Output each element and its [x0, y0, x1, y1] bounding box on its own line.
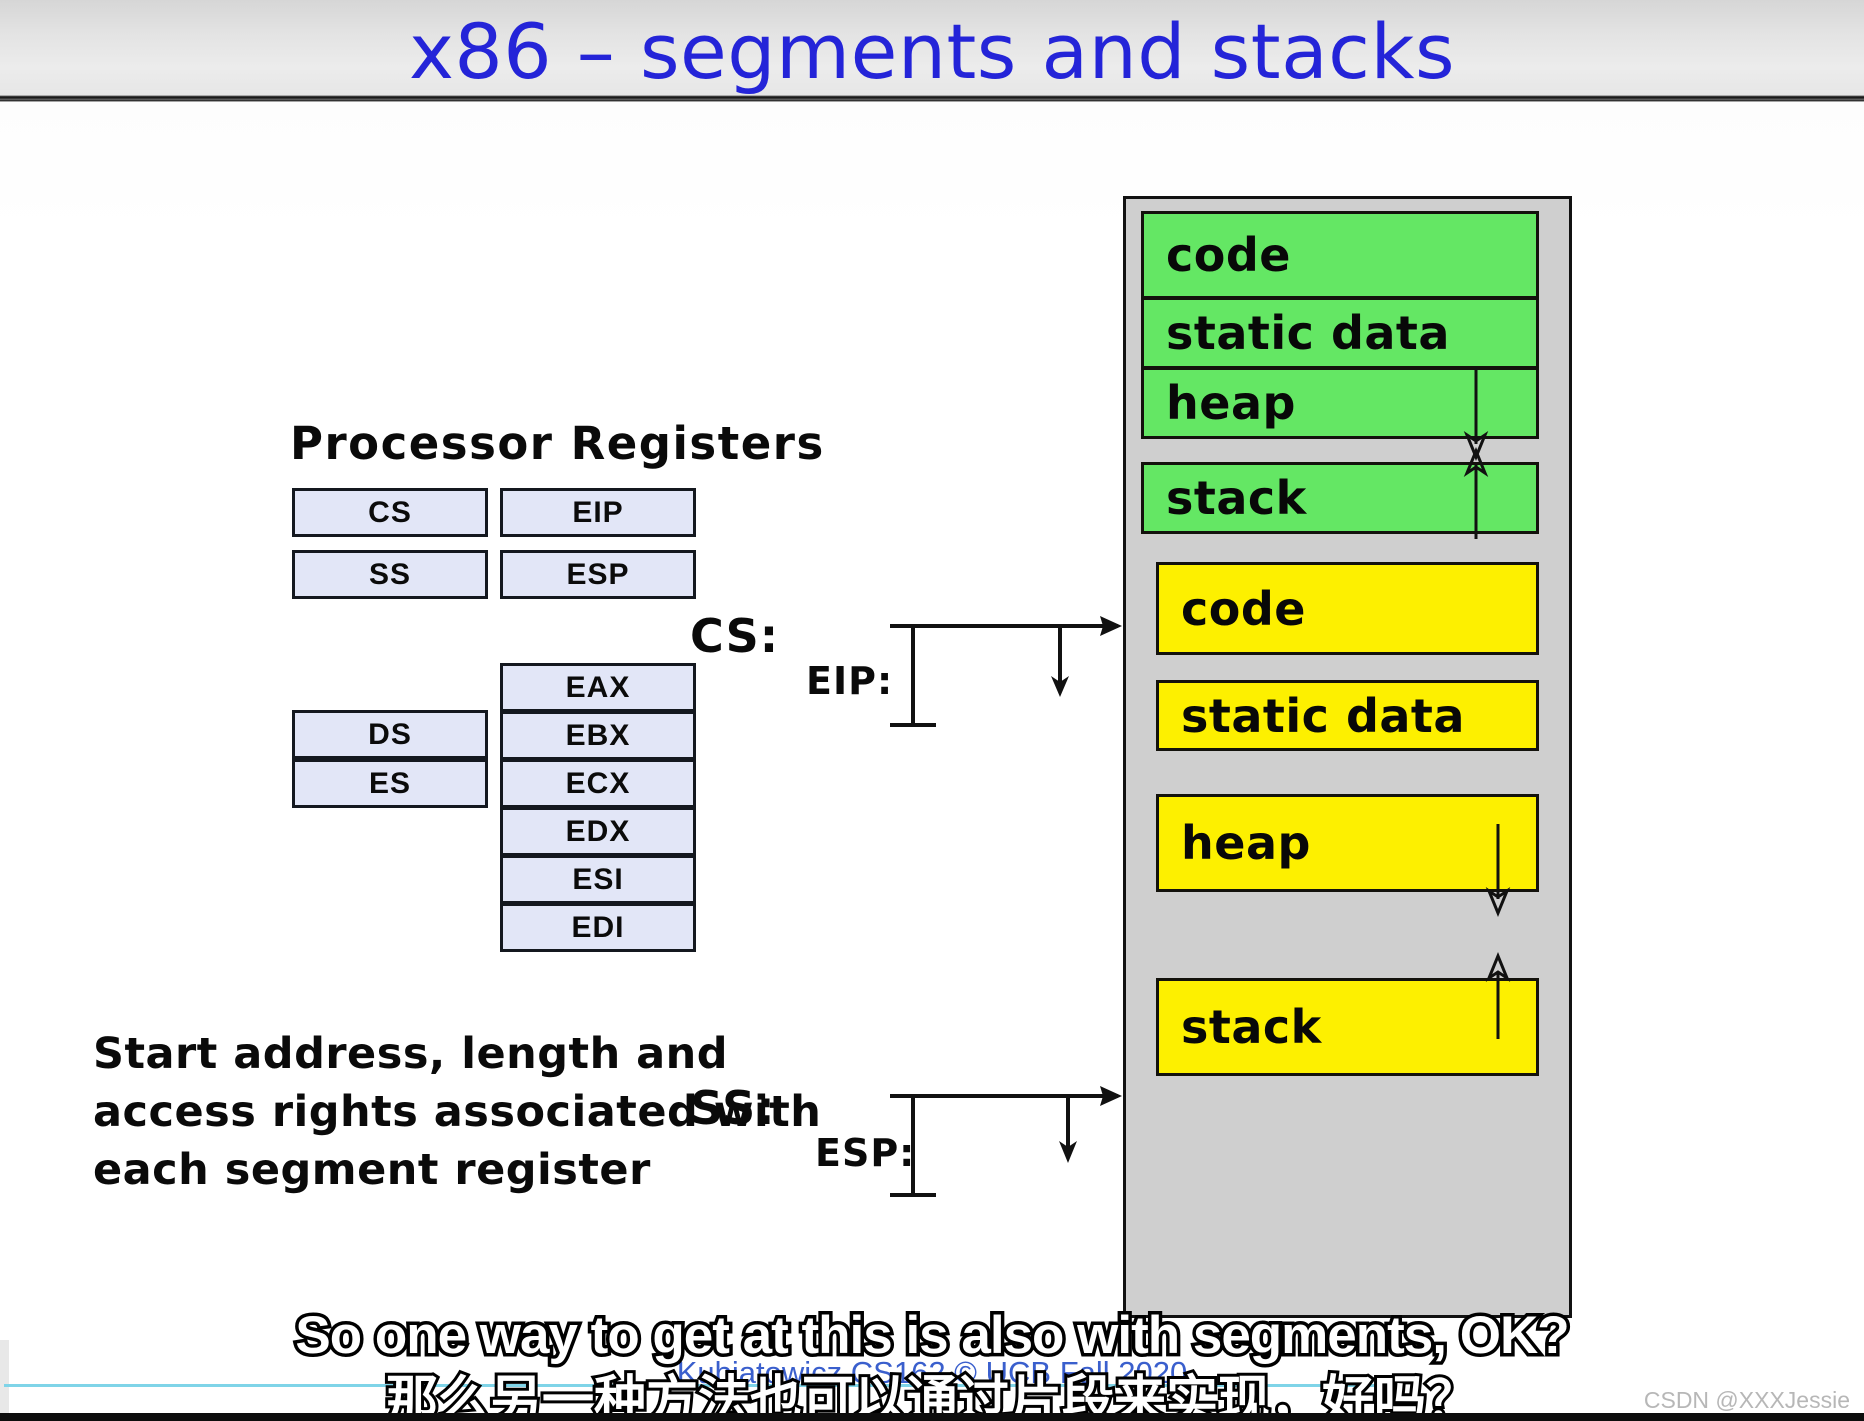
ss-esp-arrow-group [890, 1086, 1122, 1197]
csdn-watermark: CSDN @XXXJessie [1643, 1387, 1850, 1413]
memory-layout-frame: code static data heap stack code static … [1123, 196, 1572, 1318]
subtitle-english: So one way to get at this is also with s… [292, 1303, 1573, 1369]
slide-canvas: x86 – segments and stacks Processor Regi… [0, 0, 1864, 1421]
player-bottom-bar [0, 1413, 1864, 1421]
subtitle-chinese: 那么另一种方法也可以通过片段来实现，好吗？ [383, 1368, 1481, 1421]
growth-arrows-group [1463, 367, 1511, 1039]
